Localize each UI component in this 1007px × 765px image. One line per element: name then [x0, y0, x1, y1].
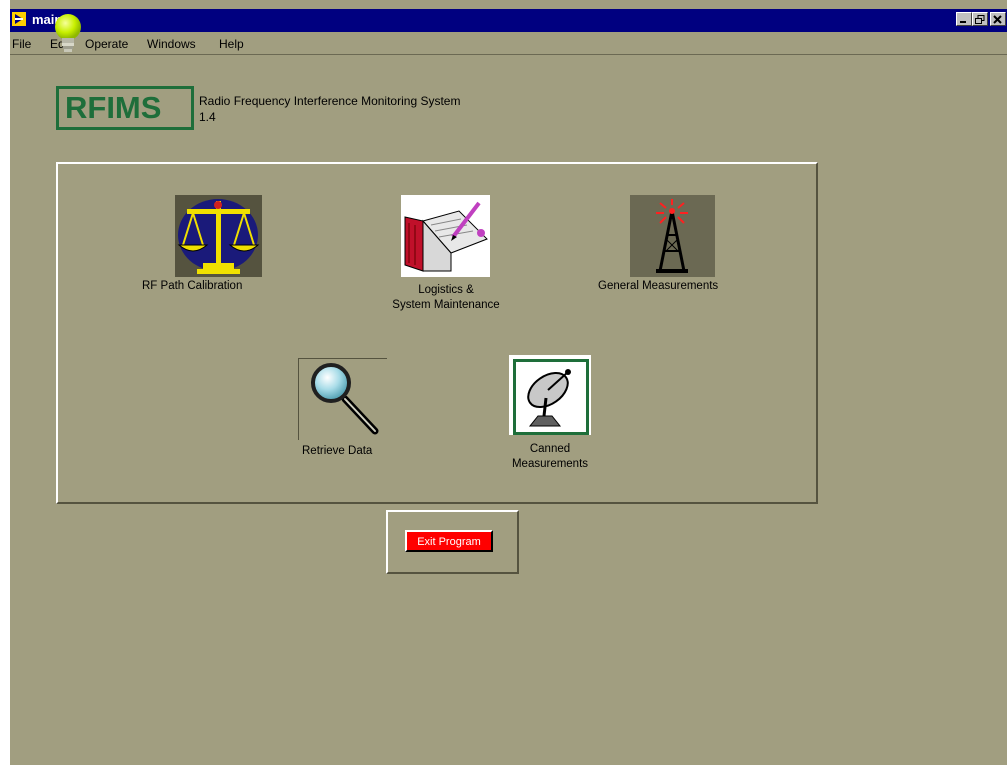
- restore-icon: [975, 15, 985, 24]
- rf-path-calibration-label: RF Path Calibration: [142, 280, 243, 292]
- restore-button[interactable]: [972, 12, 988, 26]
- menu-windows[interactable]: Windows: [147, 37, 196, 51]
- magnifier-icon: [311, 363, 379, 435]
- canned-measurements-button[interactable]: [509, 355, 591, 435]
- menu-file[interactable]: File: [12, 37, 31, 51]
- minimize-button[interactable]: [956, 12, 972, 26]
- antenna-tower-icon: [656, 199, 688, 273]
- logistics-maintenance-label: Logistics & System Maintenance: [384, 283, 508, 313]
- app-icon: [12, 12, 26, 26]
- logistics-label-line1: Logistics &: [418, 284, 474, 296]
- logbook-icon: [404, 201, 488, 272]
- rf-path-calibration-button[interactable]: [175, 195, 262, 277]
- exit-program-frame: Exit Program: [386, 510, 519, 574]
- minimize-icon: [960, 21, 966, 23]
- close-icon: [993, 15, 1002, 24]
- retrieve-data-button[interactable]: [298, 358, 387, 440]
- lightbulb-icon: [55, 14, 81, 52]
- menu-operate[interactable]: Operate: [85, 37, 128, 51]
- logistics-maintenance-button[interactable]: [401, 195, 490, 277]
- logistics-label-line2: System Maintenance: [392, 299, 500, 311]
- canned-measurements-frame: [513, 359, 589, 435]
- main-window: main File Edit Operate Windows Help RFIM…: [0, 0, 1007, 765]
- title-bar[interactable]: main: [10, 9, 1007, 32]
- menu-help[interactable]: Help: [219, 37, 244, 51]
- menu-bar: File Edit Operate Windows Help: [10, 32, 1007, 55]
- rfims-logo: RFIMS: [56, 86, 194, 130]
- retrieve-data-label: Retrieve Data: [302, 445, 373, 457]
- close-button[interactable]: [990, 12, 1006, 26]
- canned-measurements-label: Canned Measurements: [505, 442, 595, 472]
- app-title: Radio Frequency Interference Monitoring …: [199, 94, 461, 108]
- left-edge: [0, 0, 10, 765]
- canned-label-line2: Measurements: [511, 458, 589, 470]
- canned-label-line1: Canned: [529, 443, 571, 455]
- logo-text: RFIMS: [65, 90, 162, 125]
- exit-program-button[interactable]: Exit Program: [405, 530, 493, 552]
- satellite-dish-icon: [527, 369, 571, 427]
- general-measurements-label: General Measurements: [598, 280, 719, 292]
- app-version: 1.4: [199, 110, 216, 124]
- general-measurements-button[interactable]: [630, 195, 715, 277]
- scales-icon: [177, 199, 260, 274]
